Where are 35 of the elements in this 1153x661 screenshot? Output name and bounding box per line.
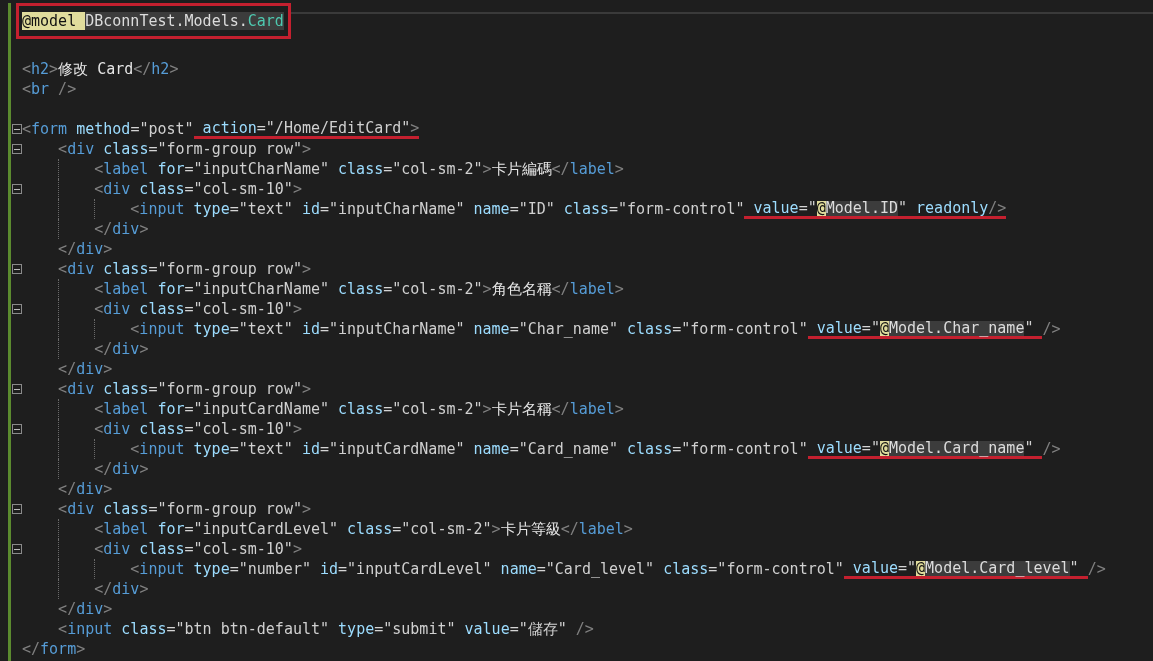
collapse-icon[interactable] — [11, 264, 22, 274]
code-line: <label for="inputCardLevel" class="col-sm-2">卡片等級</label> — [22, 519, 633, 539]
code-line: <label for="inputCardName" class="col-sm-2">卡片名稱</label> — [22, 399, 624, 419]
code-line: </div> — [22, 579, 149, 599]
code-line: @model DBconnTest.Models.Card — [22, 11, 284, 31]
code-line: <label for="inputCharName" class="col-sm-2">角色名稱</label> — [22, 279, 624, 299]
code-line: <label for="inputCharName" class="col-sm-2">卡片編碼</label> — [22, 159, 624, 179]
code-line: <div class="col-sm-10"> — [22, 539, 302, 559]
code-line: <div class="form-group row"> — [57, 139, 311, 159]
code-line: <div class="form-group row"> — [57, 499, 311, 519]
collapse-icon[interactable] — [11, 504, 22, 514]
code-line: <div class="form-group row"> — [57, 379, 311, 399]
code-line: </form> — [22, 639, 86, 659]
code-line: <input class="btn btn-default" type="submit" value="儲存" /> — [57, 619, 594, 639]
code-line: <br /> — [22, 79, 77, 99]
code-line: </div> — [57, 239, 113, 259]
code-line: <h2>修改 Card</h2> — [22, 59, 179, 79]
code-line: </div> — [57, 479, 113, 499]
code-line: </div> — [22, 219, 149, 239]
code-line: <div class="col-sm-10"> — [22, 179, 302, 199]
code-line: </div> — [22, 459, 149, 479]
code-line: <div class="form-group row"> — [57, 259, 311, 279]
collapse-icon[interactable] — [11, 304, 22, 314]
collapse-icon[interactable] — [11, 184, 22, 194]
collapse-icon[interactable] — [11, 144, 22, 154]
code-line: </div> — [57, 359, 113, 379]
code-line: <form method="post" action="/Home/EditCard"> — [22, 119, 420, 139]
collapse-icon[interactable] — [11, 424, 22, 434]
code-line: <div class="col-sm-10"> — [22, 419, 302, 439]
collapse-icon[interactable] — [11, 544, 22, 554]
collapse-icon[interactable] — [11, 124, 22, 134]
code-line: <div class="col-sm-10"> — [22, 299, 302, 319]
collapse-icon[interactable] — [11, 384, 22, 394]
code-line: </div> — [57, 599, 113, 619]
code-line: </div> — [22, 339, 149, 359]
